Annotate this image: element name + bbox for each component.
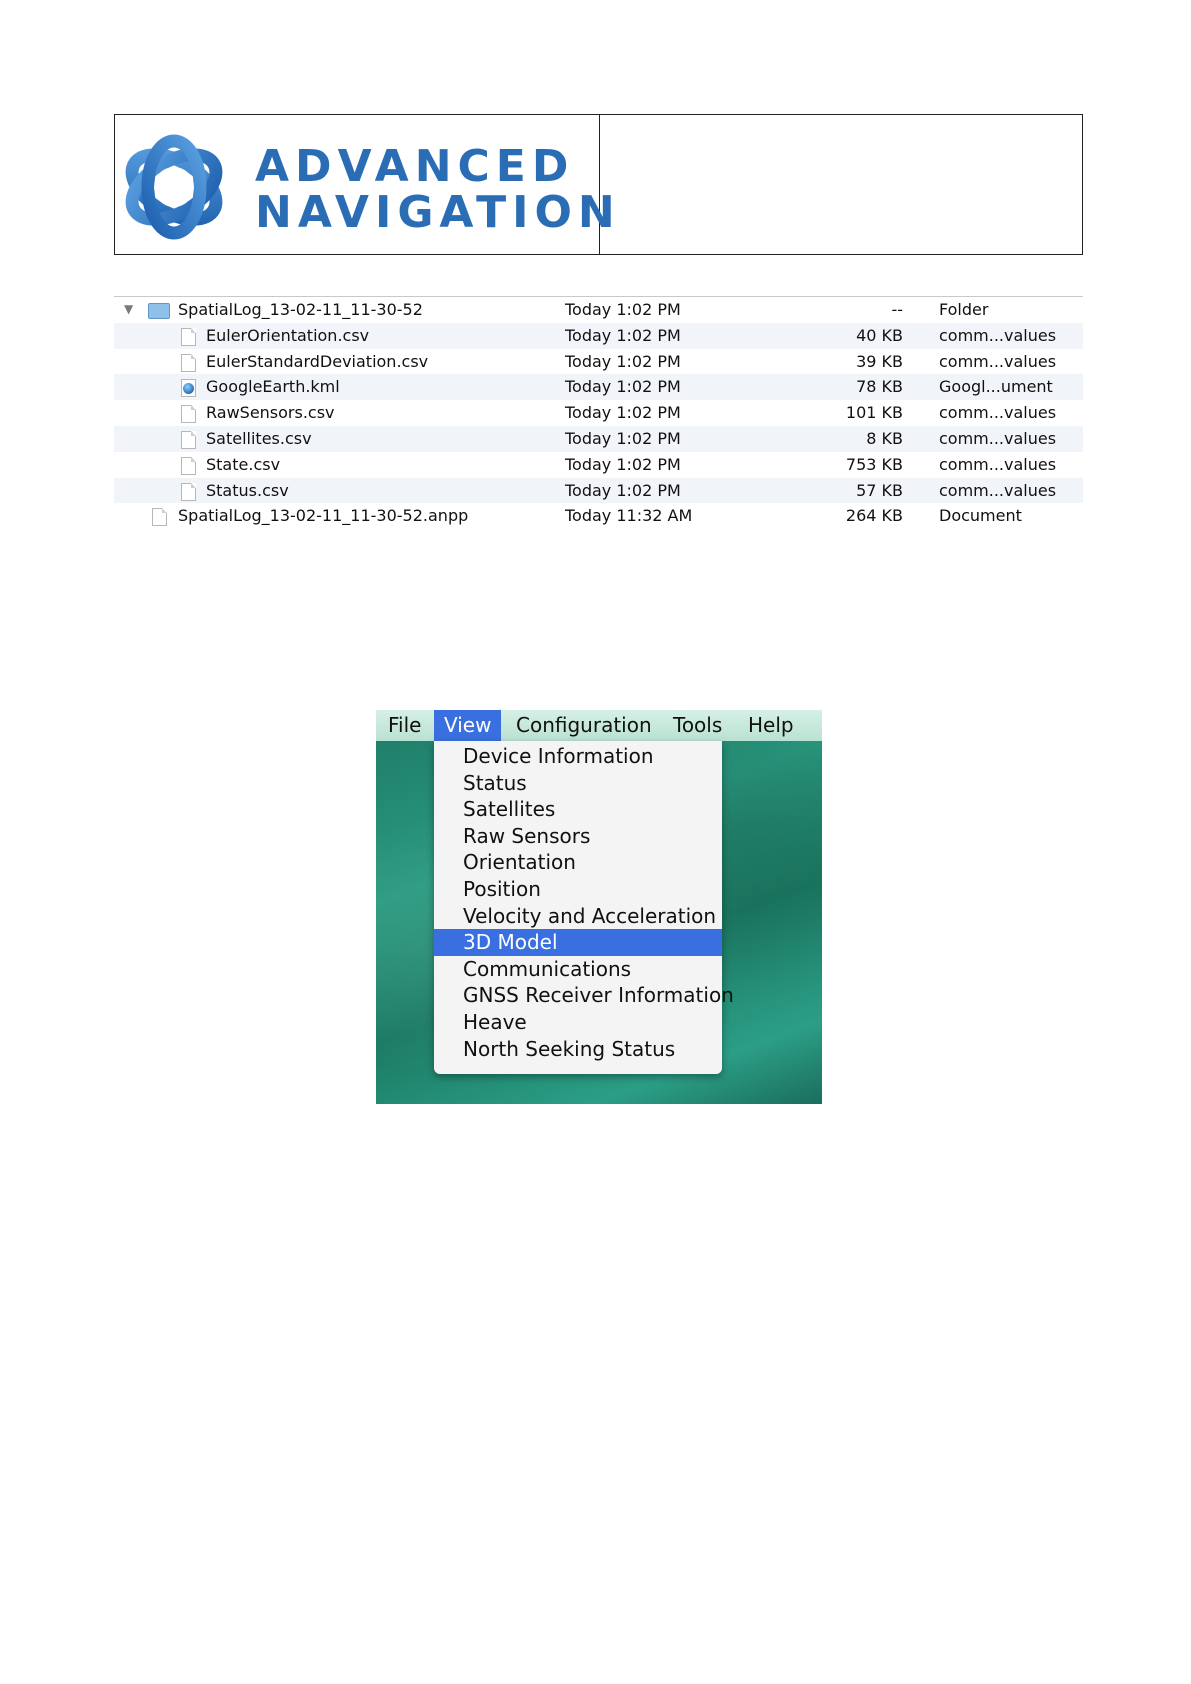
file-size: -- [891,300,903,319]
advanced-navigation-logo-icon [125,134,223,240]
file-size: 753 KB [845,454,903,474]
file-date: Today 1:02 PM [565,300,681,319]
menu-item-device-information[interactable]: Device Information [434,743,722,770]
file-kind: Folder [939,300,989,319]
page-header: ADVANCED NAVIGATION [114,114,1083,255]
file-row[interactable]: State.csv Today 1:02 PM 753 KB comm...va… [114,452,1083,478]
file-name: State.csv [206,454,281,474]
kml-file-icon [181,379,196,398]
logo-text-line1: ADVANCED [255,141,575,192]
menu-file[interactable]: File [378,710,431,741]
file-kind: comm...values [939,403,1057,423]
file-name: RawSensors.csv [206,403,335,423]
file-kind: comm...values [939,480,1057,500]
document-icon [181,353,196,372]
file-size: 40 KB [856,325,903,345]
file-row[interactable]: SpatialLog_13-02-11_11-30-52.anpp Today … [114,503,1083,529]
document-icon [181,405,196,424]
menu-help[interactable]: Help [738,710,804,741]
menu-bar: File View Configuration Tools Help [376,710,822,741]
file-date: Today 1:02 PM [565,351,681,371]
file-row[interactable]: EulerStandardDeviation.csv Today 1:02 PM… [114,349,1083,375]
menu-item-satellites[interactable]: Satellites [434,796,722,823]
file-kind: Document [939,506,1022,526]
file-row[interactable]: Status.csv Today 1:02 PM 57 KB comm...va… [114,477,1083,504]
file-size: 39 KB [856,351,903,371]
file-date: Today 1:02 PM [565,454,681,474]
menu-item-north-seeking-status[interactable]: North Seeking Status [434,1036,722,1063]
file-name: SpatialLog_13-02-11_11-30-52.anpp [178,506,469,526]
file-row[interactable]: Satellites.csv Today 1:02 PM 8 KB comm..… [114,425,1083,452]
logo-cell: ADVANCED NAVIGATION [115,115,615,254]
view-menu-screenshot: File View Configuration Tools Help Devic… [376,710,822,1104]
file-size: 57 KB [856,480,903,500]
file-kind: comm...values [939,351,1057,371]
file-name: GoogleEarth.kml [206,377,340,397]
menu-item-gnss-receiver-information[interactable]: GNSS Receiver Information [434,982,734,1009]
file-date: Today 1:02 PM [565,428,681,448]
header-empty-cell [600,115,1082,254]
file-row[interactable]: EulerOrientation.csv Today 1:02 PM 40 KB… [114,322,1083,349]
file-date: Today 1:02 PM [565,377,681,397]
file-name: EulerStandardDeviation.csv [206,351,429,371]
logo-text-line2: NAVIGATION [255,187,621,238]
file-row[interactable]: GoogleEarth.kml Today 1:02 PM 78 KB Goog… [114,374,1083,401]
file-size: 78 KB [856,377,903,397]
menu-item-raw-sensors[interactable]: Raw Sensors [434,823,722,850]
file-date: Today 1:02 PM [565,325,681,345]
menu-tools[interactable]: Tools [663,710,732,741]
document-icon [181,456,196,475]
menu-item-communications[interactable]: Communications [434,956,722,983]
file-name: SpatialLog_13-02-11_11-30-52 [178,300,423,319]
menu-configuration[interactable]: Configuration [506,710,662,741]
file-kind: comm...values [939,428,1057,448]
file-name: Satellites.csv [206,428,312,448]
disclosure-triangle-icon[interactable]: ▼ [124,297,133,323]
view-dropdown-menu: Device Information Status Satellites Raw… [434,741,734,1074]
file-size: 264 KB [845,506,903,526]
file-kind: Googl...ument [939,377,1053,397]
file-size: 8 KB [866,428,903,448]
file-date: Today 1:02 PM [565,480,681,500]
file-name: Status.csv [206,480,289,500]
folder-icon [148,303,170,319]
menu-item-3d-model[interactable]: 3D Model [434,929,722,956]
menu-view[interactable]: View [434,710,502,741]
file-row[interactable]: ▼ SpatialLog_13-02-11_11-30-52 Today 1:0… [114,297,1083,323]
menu-item-position[interactable]: Position [434,876,722,903]
file-kind: comm...values [939,454,1057,474]
menu-item-orientation[interactable]: Orientation [434,849,722,876]
file-size: 101 KB [845,403,903,423]
document-icon [181,482,196,501]
document-icon [181,430,196,449]
document-icon [181,327,196,346]
file-date: Today 1:02 PM [565,403,681,423]
file-kind: comm...values [939,325,1057,345]
menu-item-heave[interactable]: Heave [434,1009,722,1036]
document-icon [152,508,167,527]
file-date: Today 11:32 AM [565,506,693,526]
menu-item-status[interactable]: Status [434,770,722,797]
file-name: EulerOrientation.csv [206,325,370,345]
file-row[interactable]: RawSensors.csv Today 1:02 PM 101 KB comm… [114,400,1083,426]
menu-item-velocity-and-acceleration[interactable]: Velocity and Acceleration [434,903,722,930]
finder-file-list: ▼ SpatialLog_13-02-11_11-30-52 Today 1:0… [114,296,1083,535]
